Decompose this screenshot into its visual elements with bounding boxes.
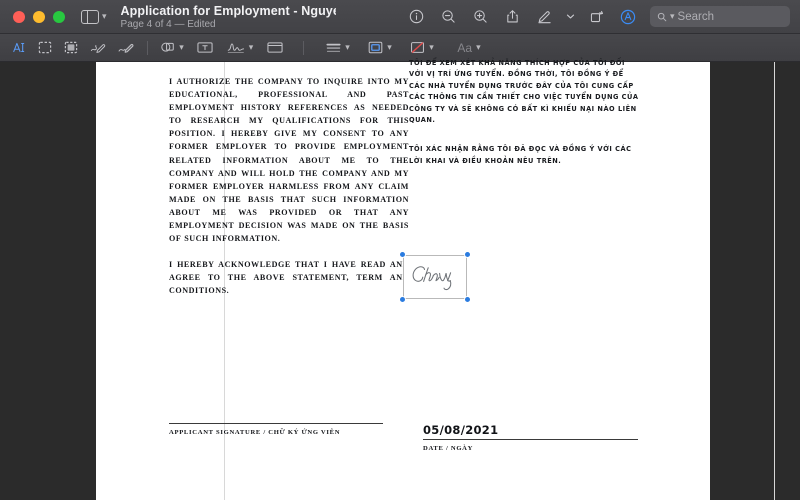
chevron-down-icon: ▾	[102, 11, 107, 21]
font-style-chevron-down-icon: ▾	[476, 42, 481, 52]
window-title: Application for Employment - Nguyen Le…	[120, 3, 336, 18]
window-subtitle: Page 4 of 4 — Edited	[120, 18, 216, 30]
border-color-chevron-down-icon: ▾	[387, 42, 392, 52]
english-paragraph-2: I HEREBY ACKNOWLEDGE THAT I HAVE READ AN…	[169, 260, 409, 296]
english-paragraph-1: I AUTHORIZE THE COMPANY TO INQUIRE INTO …	[169, 77, 409, 244]
sidebar-icon	[81, 9, 99, 24]
window-titlebar: ▾ Application for Employment - Nguyen Le…	[0, 0, 800, 34]
toolbar-divider	[147, 40, 148, 55]
date-field[interactable]: 05/08/2021 DATE / NGÀY	[423, 423, 638, 452]
resize-handle-bottom-right[interactable]	[464, 296, 471, 303]
signature-image[interactable]	[403, 255, 467, 299]
shape-style-tool[interactable]: ▾	[321, 37, 355, 59]
rotate-icon[interactable]	[580, 4, 612, 30]
sign-chevron-down-icon: ▾	[248, 42, 254, 52]
draw-tool[interactable]	[112, 37, 140, 59]
maximize-button[interactable]	[53, 10, 65, 23]
title-block: Application for Employment - Nguyen Le… …	[121, 4, 336, 30]
page-divider-right	[774, 62, 775, 500]
sidebar-toggle-button[interactable]: ▾	[81, 9, 107, 24]
search-icon	[657, 12, 667, 21]
search-chevron-down-icon: ▾	[670, 11, 675, 21]
resize-handle-top-right[interactable]	[464, 251, 471, 258]
vietnamese-paragraph-1: TÔI ĐỂ XEM XÉT KHẢ NĂNG THÍCH HỢP CỦA TÔ…	[409, 59, 639, 125]
rectangular-selection-tool[interactable]	[32, 37, 58, 59]
pdf-page[interactable]: I AUTHORIZE THE COMPANY TO INQUIRE INTO …	[96, 59, 775, 500]
markup-chevron-down-icon[interactable]	[560, 4, 580, 30]
shapes-tool[interactable]: ▾	[155, 37, 189, 59]
resize-handle-top-left[interactable]	[399, 251, 406, 258]
shape-style-chevron-down-icon: ▾	[345, 42, 350, 52]
zoom-in-icon[interactable]	[464, 4, 496, 30]
toolbar-actions: ▾ Search	[400, 4, 800, 30]
close-button[interactable]	[13, 10, 25, 23]
zoom-out-icon[interactable]	[432, 4, 464, 30]
font-style-tool[interactable]: Aa ▾	[449, 37, 489, 59]
share-icon[interactable]	[496, 4, 528, 30]
instant-alpha-tool[interactable]	[58, 37, 84, 59]
search-placeholder: Search	[677, 10, 714, 23]
fill-color-tool[interactable]: ▾	[405, 37, 439, 59]
note-tool[interactable]	[259, 37, 291, 59]
signature-rule	[169, 423, 383, 424]
resize-handle-bottom-left[interactable]	[399, 296, 406, 303]
applicant-signature-field[interactable]: APPLICANT SIGNATURE / CHỮ KÝ ỨNG VIÊN	[169, 423, 383, 436]
markup-toolbar: ▾ ▾ ▾ ▾ ▾ Aa ▾	[0, 34, 800, 62]
font-style-label: Aa	[457, 40, 473, 55]
text-selection-tool[interactable]	[6, 37, 32, 59]
date-value: 05/08/2021	[423, 423, 499, 437]
english-column: I AUTHORIZE THE COMPANY TO INQUIRE INTO …	[169, 75, 409, 298]
search-input[interactable]: ▾ Search	[650, 6, 790, 27]
traffic-lights	[0, 10, 65, 23]
markup-pen-icon[interactable]	[528, 4, 560, 30]
text-tool[interactable]	[189, 37, 221, 59]
date-label: DATE / NGÀY	[423, 445, 474, 452]
signature-annotation[interactable]	[399, 251, 471, 303]
vietnamese-column: TÔI ĐỂ XEM XÉT KHẢ NĂNG THÍCH HỢP CỦA TÔ…	[409, 58, 639, 167]
signature-glyph	[412, 266, 452, 291]
document-canvas[interactable]: I AUTHORIZE THE COMPANY TO INQUIRE INTO …	[0, 59, 800, 500]
vietnamese-paragraph-2: TÔI XÁC NHẬN RẰNG TÔI ĐÃ ĐỌC VÀ ĐỒNG Ý V…	[409, 145, 632, 165]
date-rule	[423, 439, 638, 440]
preview-window: ▾ Application for Employment - Nguyen Le…	[0, 0, 800, 500]
applicant-signature-label: APPLICANT SIGNATURE / CHỮ KÝ ỨNG VIÊN	[169, 429, 341, 436]
fill-color-chevron-down-icon: ▾	[429, 42, 434, 52]
border-color-tool[interactable]: ▾	[363, 37, 397, 59]
toolbar-divider-2	[303, 40, 304, 55]
sign-tool[interactable]: ▾	[221, 37, 259, 59]
annotate-icon[interactable]	[612, 4, 644, 30]
shapes-chevron-down-icon: ▾	[179, 42, 184, 52]
minimize-button[interactable]	[33, 10, 45, 23]
sketch-tool[interactable]	[84, 37, 112, 59]
info-icon[interactable]	[400, 4, 432, 30]
